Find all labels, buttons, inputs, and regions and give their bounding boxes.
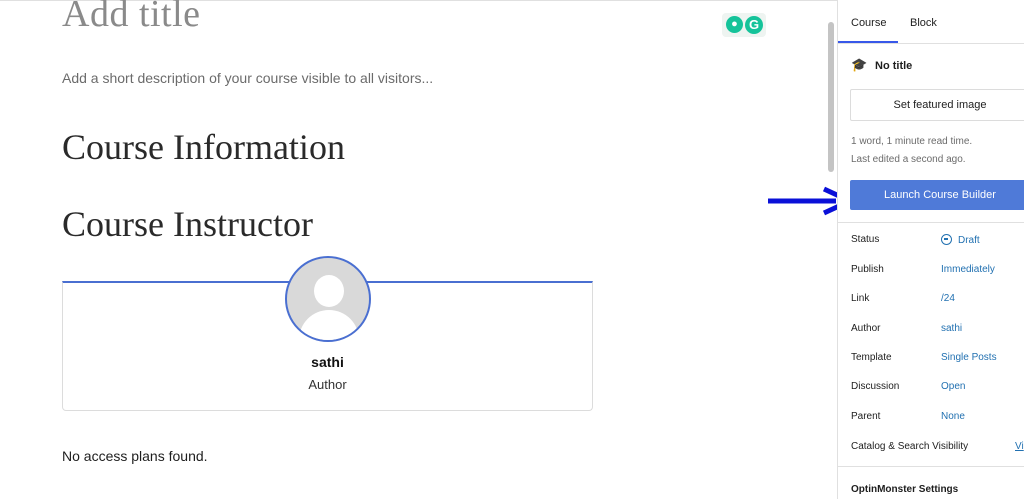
post-title-row: 🎓 No title — [851, 57, 912, 73]
parent-value[interactable]: None — [941, 411, 965, 422]
draft-status-icon — [941, 234, 952, 245]
optinmonster-settings-panel[interactable]: OptinMonster Settings — [851, 484, 958, 495]
settings-sidebar: Course Block 🎓 No title Set featured imag… — [837, 0, 1024, 499]
grammarly-g-icon[interactable]: G — [745, 16, 763, 34]
sidebar-divider — [838, 222, 1024, 223]
instructor-role: Author — [308, 377, 347, 392]
template-value[interactable]: Single Posts — [941, 352, 997, 363]
active-tab-indicator — [838, 41, 898, 43]
author-value[interactable]: sathi — [941, 323, 962, 334]
graduation-cap-icon: 🎓 — [851, 57, 868, 72]
grammarly-widget[interactable]: ● G — [722, 13, 766, 37]
avatar-head-icon — [314, 275, 344, 307]
set-featured-image-button[interactable]: Set featured image — [850, 89, 1024, 121]
publish-value[interactable]: Immediately — [941, 264, 995, 275]
instructor-name: sathi — [311, 354, 344, 370]
catalog-visibility-value[interactable]: Vi — [1015, 441, 1024, 452]
course-title-input[interactable]: Add title — [62, 0, 201, 36]
course-information-heading[interactable]: Course Information — [62, 126, 345, 168]
last-edited-text: Last edited a second ago. — [851, 154, 966, 165]
lightbulb-icon[interactable]: ● — [726, 16, 743, 33]
sidebar-divider — [838, 466, 1024, 467]
publish-label: Publish — [851, 264, 884, 275]
template-label: Template — [851, 352, 892, 363]
no-access-plans-text: No access plans found. — [62, 448, 208, 464]
editor-scrollbar[interactable] — [828, 22, 834, 172]
parent-label: Parent — [851, 411, 881, 422]
instructor-avatar — [285, 256, 371, 342]
word-count-text: 1 word, 1 minute read time. — [851, 136, 973, 147]
editor-canvas: Add title Add a short description of you… — [0, 0, 838, 499]
avatar-body-icon — [299, 310, 359, 340]
launch-course-builder-button[interactable]: Launch Course Builder — [850, 180, 1024, 210]
course-instructor-heading[interactable]: Course Instructor — [62, 203, 313, 245]
course-description-input[interactable]: Add a short description of your course v… — [62, 70, 433, 86]
author-label: Author — [851, 323, 881, 334]
post-title: No title — [875, 60, 913, 72]
link-value[interactable]: /24 — [941, 293, 955, 304]
catalog-visibility-label: Catalog & Search Visibility — [851, 441, 969, 452]
link-label: Link — [851, 293, 870, 304]
tab-course[interactable]: Course — [851, 17, 886, 29]
sidebar-tabs: Course Block — [838, 0, 1024, 44]
discussion-value[interactable]: Open — [941, 381, 965, 392]
discussion-label: Discussion — [851, 381, 900, 392]
tab-block[interactable]: Block — [910, 17, 937, 29]
status-label: Status — [851, 234, 880, 245]
status-value-text[interactable]: Draft — [958, 235, 980, 246]
status-value[interactable]: Draft — [941, 234, 980, 246]
